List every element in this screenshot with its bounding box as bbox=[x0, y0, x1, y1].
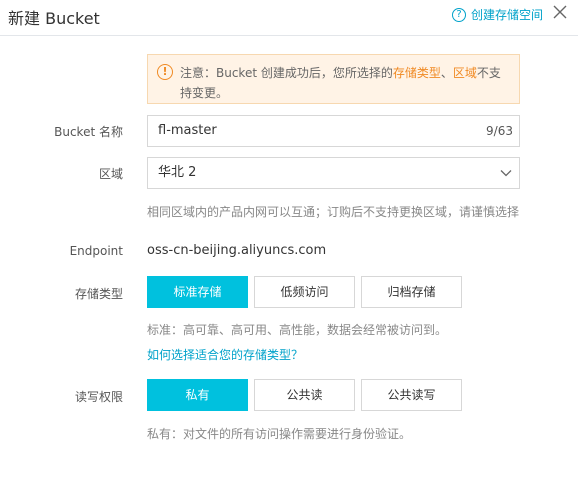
bucket-name-label: Bucket 名称 bbox=[54, 125, 123, 139]
close-button[interactable] bbox=[551, 3, 569, 21]
acl-hint: 私有：对文件的所有访问操作需要进行身份验证。 bbox=[147, 427, 412, 441]
storage-class-help-link[interactable]: 如何选择适合您的存储类型？ bbox=[147, 346, 303, 363]
help-link[interactable]: ? 创建存储空间 bbox=[452, 6, 543, 23]
chevron-down-icon bbox=[500, 170, 512, 177]
bucket-name-value: fl-master bbox=[158, 123, 217, 138]
notice-text-1: 注意：Bucket 创建成功后，您所选择的 bbox=[180, 66, 393, 80]
notice-highlight-storage-class: 存储类型 bbox=[392, 66, 441, 80]
endpoint-label: Endpoint bbox=[69, 244, 123, 258]
notice-highlight-region: 区域 bbox=[452, 66, 477, 80]
warning-circle-icon: ! bbox=[157, 64, 173, 80]
region-value: 华北 2 bbox=[158, 165, 197, 180]
help-circle-icon: ? bbox=[452, 7, 466, 22]
storage-class-option-standard[interactable]: 标准存储 bbox=[147, 276, 248, 308]
notice-banner: ! 注意：Bucket 创建成功后，您所选择的存储类型、区域不支持变更。 bbox=[147, 54, 520, 104]
acl-option-public-read[interactable]: 公共读 bbox=[254, 379, 355, 411]
region-label: 区域 bbox=[98, 167, 123, 181]
acl-option-private[interactable]: 私有 bbox=[147, 379, 248, 411]
region-select[interactable]: 华北 2 bbox=[147, 157, 520, 189]
help-link-label: 创建存储空间 bbox=[471, 8, 544, 22]
storage-class-option-ia[interactable]: 低频访问 bbox=[254, 276, 355, 308]
bucket-name-char-count: 9/63 bbox=[486, 124, 513, 138]
acl-label: 读写权限 bbox=[74, 390, 123, 404]
region-hint: 相同区域内的产品内网可以互通；订购后不支持更换区域，请谨慎选择 bbox=[147, 205, 520, 219]
endpoint-value: oss-cn-beijing.aliyuncs.com bbox=[147, 243, 327, 258]
bucket-name-input[interactable]: fl-master 9/63 bbox=[147, 115, 520, 147]
dialog-title: 新建 Bucket bbox=[8, 9, 100, 28]
storage-class-option-archive[interactable]: 归档存储 bbox=[361, 276, 462, 308]
notice-separator: 、 bbox=[440, 66, 453, 80]
close-icon bbox=[553, 5, 567, 19]
storage-class-hint: 标准：高可靠、高可用、高性能，数据会经常被访问到。 bbox=[147, 323, 448, 337]
acl-option-public-read-write[interactable]: 公共读写 bbox=[361, 379, 462, 411]
dialog-header: 新建 Bucket ? 创建存储空间 bbox=[0, 0, 578, 36]
storage-class-label: 存储类型 bbox=[74, 287, 123, 301]
